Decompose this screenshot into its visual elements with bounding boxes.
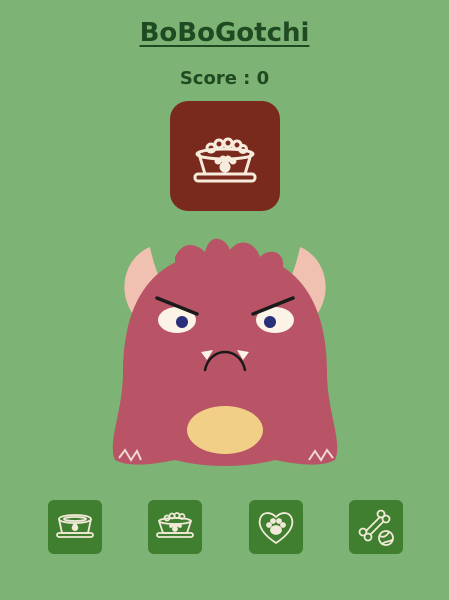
feed-button[interactable]: [148, 500, 202, 554]
food-bowl-icon: [193, 137, 257, 183]
water-bowl-icon: [56, 514, 94, 538]
game-title: BoBoGotchi: [139, 18, 310, 48]
monster-belly: [187, 406, 263, 454]
score-display: Score : 0: [179, 68, 270, 89]
monster-pet[interactable]: [105, 232, 345, 472]
play-button[interactable]: [349, 500, 403, 554]
pet-button[interactable]: [249, 500, 303, 554]
paw-heart-icon: [258, 512, 294, 544]
bone-ball-icon: [358, 509, 394, 546]
current-action-card: [170, 101, 280, 211]
water-button[interactable]: [48, 500, 102, 554]
food-bowl-icon: [156, 512, 194, 538]
